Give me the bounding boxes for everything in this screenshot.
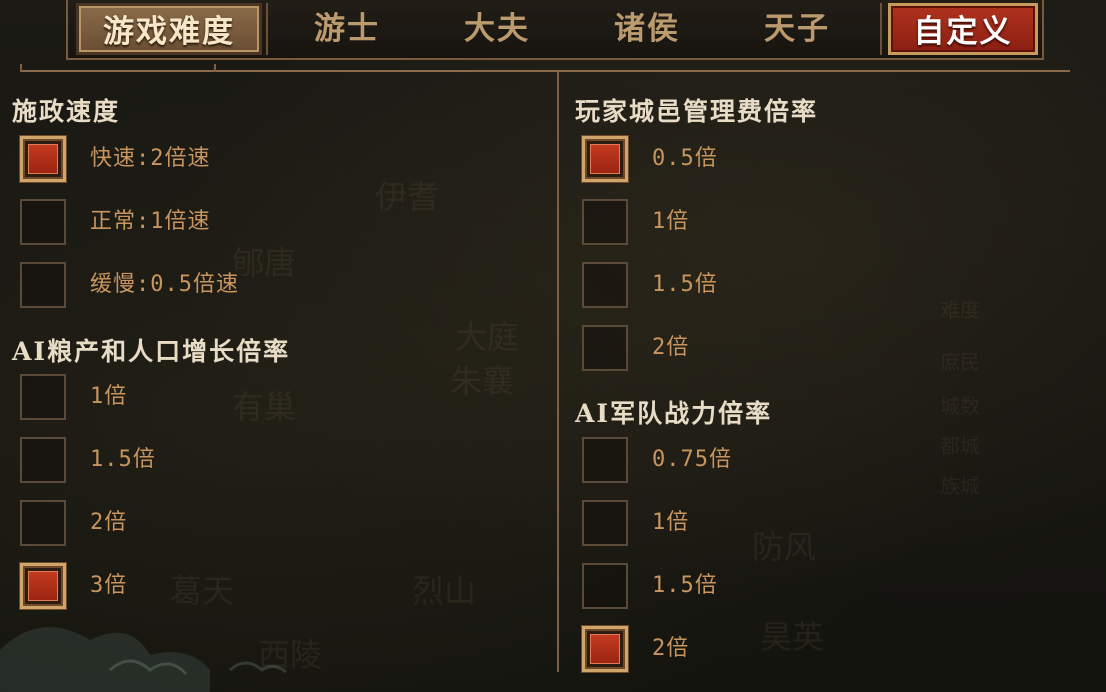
checkbox[interactable]: [582, 325, 628, 371]
column-divider: [557, 72, 559, 672]
checkbox[interactable]: [20, 374, 66, 420]
section-title-policy-speed: 施政速度: [12, 97, 121, 126]
option-ai-growth-3x[interactable]: 3倍: [20, 563, 460, 613]
option-ai-military-1x[interactable]: 1倍: [582, 500, 1022, 550]
option-city-fee-2x[interactable]: 2倍: [582, 325, 1022, 375]
option-ai-military-1-5x[interactable]: 1.5倍: [582, 563, 1022, 613]
cloud-decoration-icon: [0, 627, 287, 692]
tab-youshi[interactable]: 游士: [272, 3, 422, 55]
option-policy-speed-normal[interactable]: 正常:1倍速: [20, 199, 460, 249]
option-label: 1.5倍: [652, 272, 718, 297]
option-label: 缓慢:0.5倍速: [90, 272, 239, 297]
option-label: 0.75倍: [652, 447, 732, 472]
option-policy-speed-fast[interactable]: 快速:2倍速: [20, 136, 460, 186]
tab-game-difficulty[interactable]: 游戏难度: [76, 3, 262, 55]
option-policy-speed-slow[interactable]: 缓慢:0.5倍速: [20, 262, 460, 312]
bg-map-label: 大庭: [455, 318, 520, 356]
tab-custom[interactable]: 自定义: [888, 3, 1038, 55]
checkbox[interactable]: [20, 136, 66, 182]
option-ai-growth-1-5x[interactable]: 1.5倍: [20, 437, 460, 487]
checkbox[interactable]: [20, 563, 66, 609]
checkbox[interactable]: [20, 262, 66, 308]
checkbox[interactable]: [582, 262, 628, 308]
tab-tianzi[interactable]: 天子: [722, 3, 872, 55]
option-ai-growth-1x[interactable]: 1倍: [20, 374, 460, 424]
option-label: 2倍: [652, 335, 690, 360]
option-label: 1倍: [652, 209, 690, 234]
checkbox[interactable]: [20, 437, 66, 483]
header-divider-tick: [20, 64, 22, 72]
checkbox[interactable]: [582, 199, 628, 245]
option-label: 快速:2倍速: [90, 146, 211, 171]
checkbox[interactable]: [582, 563, 628, 609]
option-city-fee-0-5x[interactable]: 0.5倍: [582, 136, 1022, 186]
checkbox[interactable]: [582, 136, 628, 182]
option-label: 正常:1倍速: [90, 209, 211, 234]
header-divider-tick: [214, 64, 216, 72]
option-label: 1.5倍: [652, 573, 718, 598]
section-title-ai-growth: AI粮产和人口增长倍率: [12, 337, 291, 366]
option-label: 1倍: [652, 510, 690, 535]
checkbox[interactable]: [582, 437, 628, 483]
bg-map-label: 城数: [940, 394, 980, 418]
header-divider: [20, 70, 1070, 72]
checkbox[interactable]: [20, 199, 66, 245]
difficulty-tab-bar: 游戏难度 游士 大夫 诸侯 天子 自定义: [66, 0, 1044, 60]
tab-divider: [266, 3, 268, 55]
option-label: 1倍: [90, 384, 128, 409]
option-label: 0.5倍: [652, 146, 718, 171]
option-ai-military-0-75x[interactable]: 0.75倍: [582, 437, 1022, 487]
option-label: 2倍: [90, 510, 128, 535]
tab-zhuhou[interactable]: 诸侯: [572, 3, 722, 55]
checkbox[interactable]: [582, 500, 628, 546]
section-title-city-fee: 玩家城邑管理费倍率: [575, 97, 819, 126]
option-label: 3倍: [90, 573, 128, 598]
option-label: 2倍: [652, 636, 690, 661]
checkbox[interactable]: [20, 500, 66, 546]
option-label: 1.5倍: [90, 447, 156, 472]
tab-divider: [880, 3, 882, 55]
tab-dafu[interactable]: 大夫: [422, 3, 572, 55]
option-ai-growth-2x[interactable]: 2倍: [20, 500, 460, 550]
option-city-fee-1x[interactable]: 1倍: [582, 199, 1022, 249]
checkbox[interactable]: [582, 626, 628, 672]
option-ai-military-2x[interactable]: 2倍: [582, 626, 1022, 676]
option-city-fee-1-5x[interactable]: 1.5倍: [582, 262, 1022, 312]
section-title-ai-military: AI军队战力倍率: [575, 399, 773, 428]
